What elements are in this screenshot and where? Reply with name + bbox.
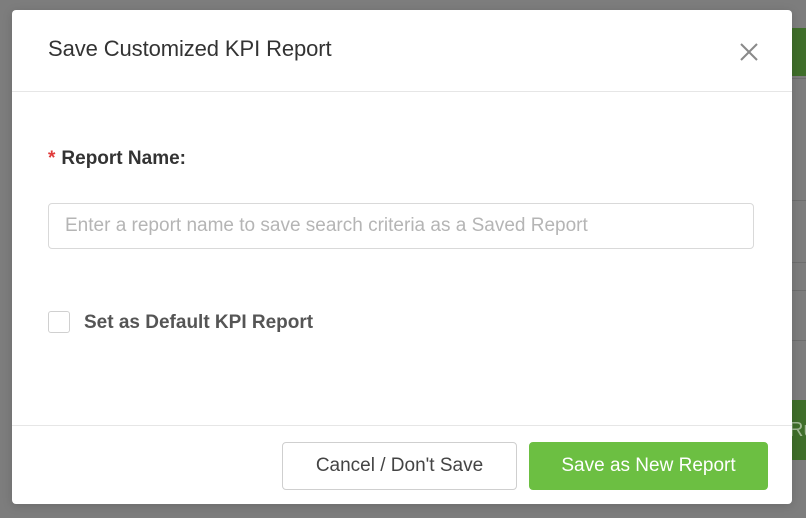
required-marker: * — [48, 148, 56, 169]
default-report-checkbox[interactable] — [48, 311, 70, 333]
background-divider — [792, 340, 806, 341]
modal-header: Save Customized KPI Report — [12, 10, 792, 92]
background-divider — [792, 290, 806, 291]
report-name-label-text: Report Name: — [61, 148, 186, 169]
background-divider — [792, 262, 806, 263]
report-name-input[interactable] — [48, 203, 754, 249]
report-name-label: * Report Name: — [48, 148, 186, 170]
background-button-top — [792, 28, 806, 76]
save-as-new-report-button[interactable]: Save as New Report — [529, 442, 768, 490]
cancel-button[interactable]: Cancel / Don't Save — [282, 442, 517, 490]
background-divider — [792, 78, 806, 79]
close-icon — [740, 43, 758, 61]
close-button[interactable] — [737, 40, 761, 64]
modal-footer: Cancel / Don't Save Save as New Report — [12, 425, 792, 504]
save-report-modal: Save Customized KPI Report * Report Name:… — [12, 10, 792, 504]
background-divider — [792, 200, 806, 201]
default-report-checkbox-label[interactable]: Set as Default KPI Report — [84, 312, 313, 334]
modal-title: Save Customized KPI Report — [48, 36, 332, 61]
